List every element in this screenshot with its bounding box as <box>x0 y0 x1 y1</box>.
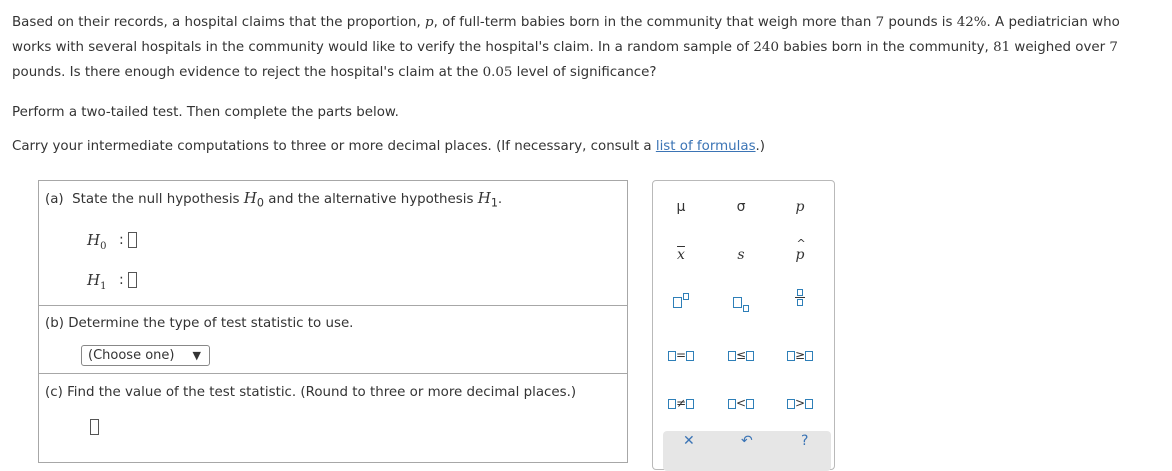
superscript-button[interactable] <box>661 291 701 315</box>
less-equal-button[interactable]: ≤ <box>721 343 761 367</box>
null-colon: : <box>119 232 124 248</box>
xbar-button[interactable]: x <box>661 243 701 267</box>
alt-colon: : <box>119 272 124 288</box>
null-hypothesis-label: H0 <box>87 231 107 252</box>
p-button[interactable]: p <box>780 195 820 219</box>
box-icon <box>673 296 682 308</box>
dropdown-arrow-icon: ▼ <box>192 349 201 362</box>
greater-than-button[interactable]: > <box>780 391 820 415</box>
part-b-question: (b) Determine the type of test statistic… <box>45 316 354 331</box>
less-than-button[interactable]: < <box>721 391 761 415</box>
mu-button[interactable]: μ <box>661 195 701 219</box>
phat-button[interactable]: ^ p <box>780 237 820 267</box>
box-icon <box>733 296 742 308</box>
symbol-palette: μ σ p x s ^ p = ≤ ≥ ≠ < > ✕ ↶ ? <box>652 180 835 471</box>
alt-hypothesis-label: H1 <box>87 271 107 292</box>
part-b-panel: (b) Determine the type of test statistic… <box>38 305 628 374</box>
null-hypothesis-input[interactable] <box>128 232 137 248</box>
palette-action-bar: ✕ ↶ ? <box>663 431 831 471</box>
part-a-question: (a) State the null hypothesis H0 and the… <box>45 189 503 210</box>
fraction-button[interactable] <box>780 289 820 313</box>
not-equal-button[interactable]: ≠ <box>661 391 701 415</box>
test-statistic-select[interactable]: (Choose one) ▼ <box>81 345 210 366</box>
help-icon[interactable]: ? <box>801 433 808 449</box>
part-c-question: (c) Find the value of the test statistic… <box>45 385 577 400</box>
formulas-link[interactable]: list of formulas <box>656 139 756 154</box>
subscript-box-icon <box>743 305 749 312</box>
superscript-box-icon <box>683 293 689 300</box>
instruction-two-tailed: Perform a two-tailed test. Then complete… <box>12 105 399 120</box>
subscript-button[interactable] <box>721 291 761 315</box>
test-statistic-input[interactable] <box>90 419 99 435</box>
greater-equal-button[interactable]: ≥ <box>780 343 820 367</box>
part-c-panel: (c) Find the value of the test statistic… <box>38 373 628 463</box>
clear-x-icon[interactable]: ✕ <box>683 433 695 449</box>
undo-icon[interactable]: ↶ <box>741 433 753 449</box>
equals-button[interactable]: = <box>661 343 701 367</box>
alt-hypothesis-input[interactable] <box>128 272 137 288</box>
sigma-button[interactable]: σ <box>721 195 761 219</box>
s-button[interactable]: s <box>721 243 761 267</box>
instruction-precision: Carry your intermediate computations to … <box>12 139 766 154</box>
part-a-panel: (a) State the null hypothesis H0 and the… <box>38 180 628 306</box>
problem-statement: Based on their records, a hospital claim… <box>12 15 1120 80</box>
